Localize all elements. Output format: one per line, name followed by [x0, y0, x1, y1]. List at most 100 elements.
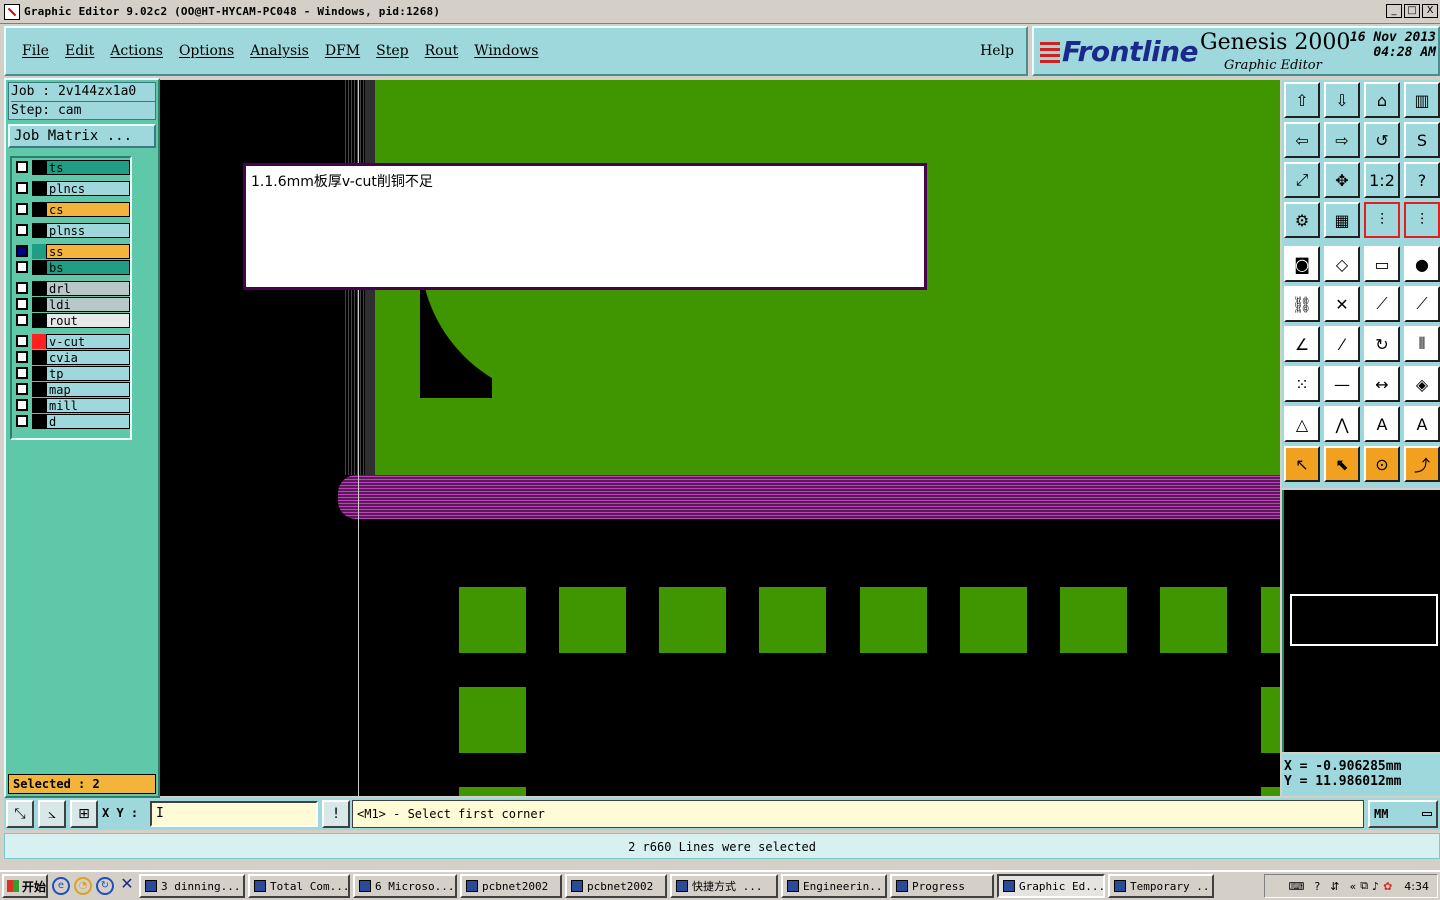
- pan-right-icon[interactable]: ⇨: [1324, 122, 1360, 158]
- execute-button[interactable]: !: [322, 800, 350, 828]
- qq-icon[interactable]: ✿: [1383, 880, 1392, 893]
- layer-swatch[interactable]: [32, 260, 46, 275]
- maximize-button[interactable]: □: [1404, 4, 1420, 18]
- minimize-button[interactable]: _: [1386, 4, 1402, 18]
- menu-help[interactable]: Help: [980, 43, 1014, 59]
- taskbar-task[interactable]: 6 Microso...: [353, 874, 457, 898]
- horizontal-line-icon[interactable]: —: [1324, 366, 1360, 402]
- connect-icon[interactable]: ⛓: [1284, 286, 1320, 322]
- layer-checkbox[interactable]: [16, 399, 28, 411]
- menu-rout[interactable]: Rout: [425, 43, 459, 59]
- split-view-icon[interactable]: ▥: [1404, 82, 1440, 118]
- select-arrow-icon[interactable]: ↖: [1284, 446, 1320, 482]
- layer-name[interactable]: tp: [46, 366, 130, 381]
- layer-swatch[interactable]: [32, 244, 46, 259]
- align-icon[interactable]: ⫴: [1404, 326, 1440, 362]
- taskbar-task[interactable]: 快捷方式 ...: [670, 874, 778, 898]
- snap-icon[interactable]: ⫶: [1364, 202, 1400, 238]
- angle-icon[interactable]: ∠: [1284, 326, 1320, 362]
- measure-icon[interactable]: ↔: [1364, 366, 1400, 402]
- menu-actions[interactable]: Actions: [110, 43, 163, 59]
- menu-edit[interactable]: Edit: [65, 43, 94, 59]
- triangle-up-icon[interactable]: ⋀: [1324, 406, 1360, 442]
- clock-app-icon[interactable]: ◔: [74, 877, 92, 895]
- layer-row[interactable]: ss: [14, 244, 130, 259]
- layer-checkbox[interactable]: [16, 383, 28, 395]
- layer-row[interactable]: plnss: [14, 223, 130, 238]
- select-box-icon[interactable]: ⬉: [1324, 446, 1360, 482]
- menu-analysis[interactable]: Analysis: [250, 43, 309, 59]
- start-button[interactable]: 开始: [2, 874, 48, 898]
- layer-swatch[interactable]: [32, 281, 46, 296]
- zoom-home-icon[interactable]: ⇧: [1284, 82, 1320, 118]
- layer-row[interactable]: cvia: [14, 350, 130, 365]
- menu-step[interactable]: Step: [376, 43, 408, 59]
- app-icon[interactable]: [4, 3, 20, 20]
- layer-swatch[interactable]: [32, 313, 46, 328]
- layer-checkbox[interactable]: [16, 367, 28, 379]
- undo-zoom-icon[interactable]: ↺: [1364, 122, 1400, 158]
- home-icon[interactable]: ⌂: [1364, 82, 1400, 118]
- layer-checkbox[interactable]: [16, 282, 28, 294]
- job-matrix-button[interactable]: Job Matrix ...: [8, 124, 156, 148]
- pan-down-icon[interactable]: ⇩: [1324, 82, 1360, 118]
- taskbar-task[interactable]: Temporary ...: [1108, 874, 1214, 898]
- triangle-icon[interactable]: △: [1284, 406, 1320, 442]
- menu-dfm[interactable]: DFM: [325, 43, 360, 59]
- menu-file[interactable]: File: [22, 43, 49, 59]
- fit-screen-icon[interactable]: ⤢: [1284, 162, 1320, 198]
- help-icon[interactable]: ?: [1404, 162, 1440, 198]
- overview-map[interactable]: [1282, 490, 1440, 752]
- layer-checkbox[interactable]: [16, 203, 28, 215]
- arrows-icon[interactable]: ⇵: [1330, 880, 1339, 893]
- layer-row[interactable]: ts: [14, 160, 130, 175]
- layer-name[interactable]: v-cut: [46, 334, 130, 349]
- layer-name[interactable]: rout: [46, 313, 130, 328]
- slash-icon[interactable]: ⁄: [1324, 326, 1360, 362]
- layer-checkbox[interactable]: [16, 261, 28, 273]
- layer-row[interactable]: cs: [14, 202, 130, 217]
- delete-node-icon[interactable]: ✕: [1324, 286, 1360, 322]
- layer-swatch[interactable]: [32, 414, 46, 429]
- volume-icon[interactable]: ♪: [1372, 880, 1379, 893]
- pad-pair-icon[interactable]: ⁙: [1284, 366, 1320, 402]
- layer-name[interactable]: bs: [46, 260, 130, 275]
- layer-name[interactable]: cs: [46, 202, 130, 217]
- layer-swatch[interactable]: [32, 181, 46, 196]
- layer-checkbox[interactable]: [16, 245, 28, 257]
- layer-checkbox[interactable]: [16, 161, 28, 173]
- layer-checkbox[interactable]: [16, 224, 28, 236]
- layer-row[interactable]: bs: [14, 260, 130, 275]
- close-button[interactable]: X: [1422, 4, 1438, 18]
- layer-name[interactable]: plncs: [46, 181, 130, 196]
- layer-checkbox[interactable]: [16, 415, 28, 427]
- grid-icon[interactable]: ▦: [1324, 202, 1360, 238]
- help-tray-icon[interactable]: ?: [1314, 880, 1320, 893]
- layer-row[interactable]: plncs: [14, 181, 130, 196]
- layer-row[interactable]: mill: [14, 398, 130, 413]
- annotation-note[interactable]: 1.1.6mm板厚v-cut削铜不足: [243, 163, 927, 290]
- taskbar-task[interactable]: Progress: [890, 874, 994, 898]
- redraw-icon[interactable]: S: [1404, 122, 1440, 158]
- select-path-icon[interactable]: ⤴: [1404, 446, 1440, 482]
- taskbar-task[interactable]: Graphic Ed...: [997, 874, 1105, 898]
- shapes-icon[interactable]: ◈: [1404, 366, 1440, 402]
- layer-name[interactable]: d: [46, 414, 130, 429]
- ruler-icon[interactable]: ▭: [1364, 246, 1400, 282]
- snap-alt-icon[interactable]: ⫶: [1404, 202, 1440, 238]
- layer-name[interactable]: ldi: [46, 297, 130, 312]
- layer-row[interactable]: drl: [14, 281, 130, 296]
- layer-swatch[interactable]: [32, 223, 46, 238]
- layer-swatch[interactable]: [32, 297, 46, 312]
- layer-row[interactable]: v-cut: [14, 334, 130, 349]
- layer-name[interactable]: drl: [46, 281, 130, 296]
- layer-swatch[interactable]: [32, 398, 46, 413]
- refresh-app-icon[interactable]: ↻: [96, 877, 114, 895]
- taskbar-task[interactable]: 3 dinning...: [139, 874, 245, 898]
- zoom-center-icon[interactable]: ✥: [1324, 162, 1360, 198]
- menu-options[interactable]: Options: [179, 43, 234, 59]
- layer-swatch[interactable]: [32, 334, 46, 349]
- layer-name[interactable]: ss: [46, 244, 130, 259]
- ie-icon[interactable]: e: [52, 877, 70, 895]
- vcut-line[interactable]: [338, 475, 1280, 519]
